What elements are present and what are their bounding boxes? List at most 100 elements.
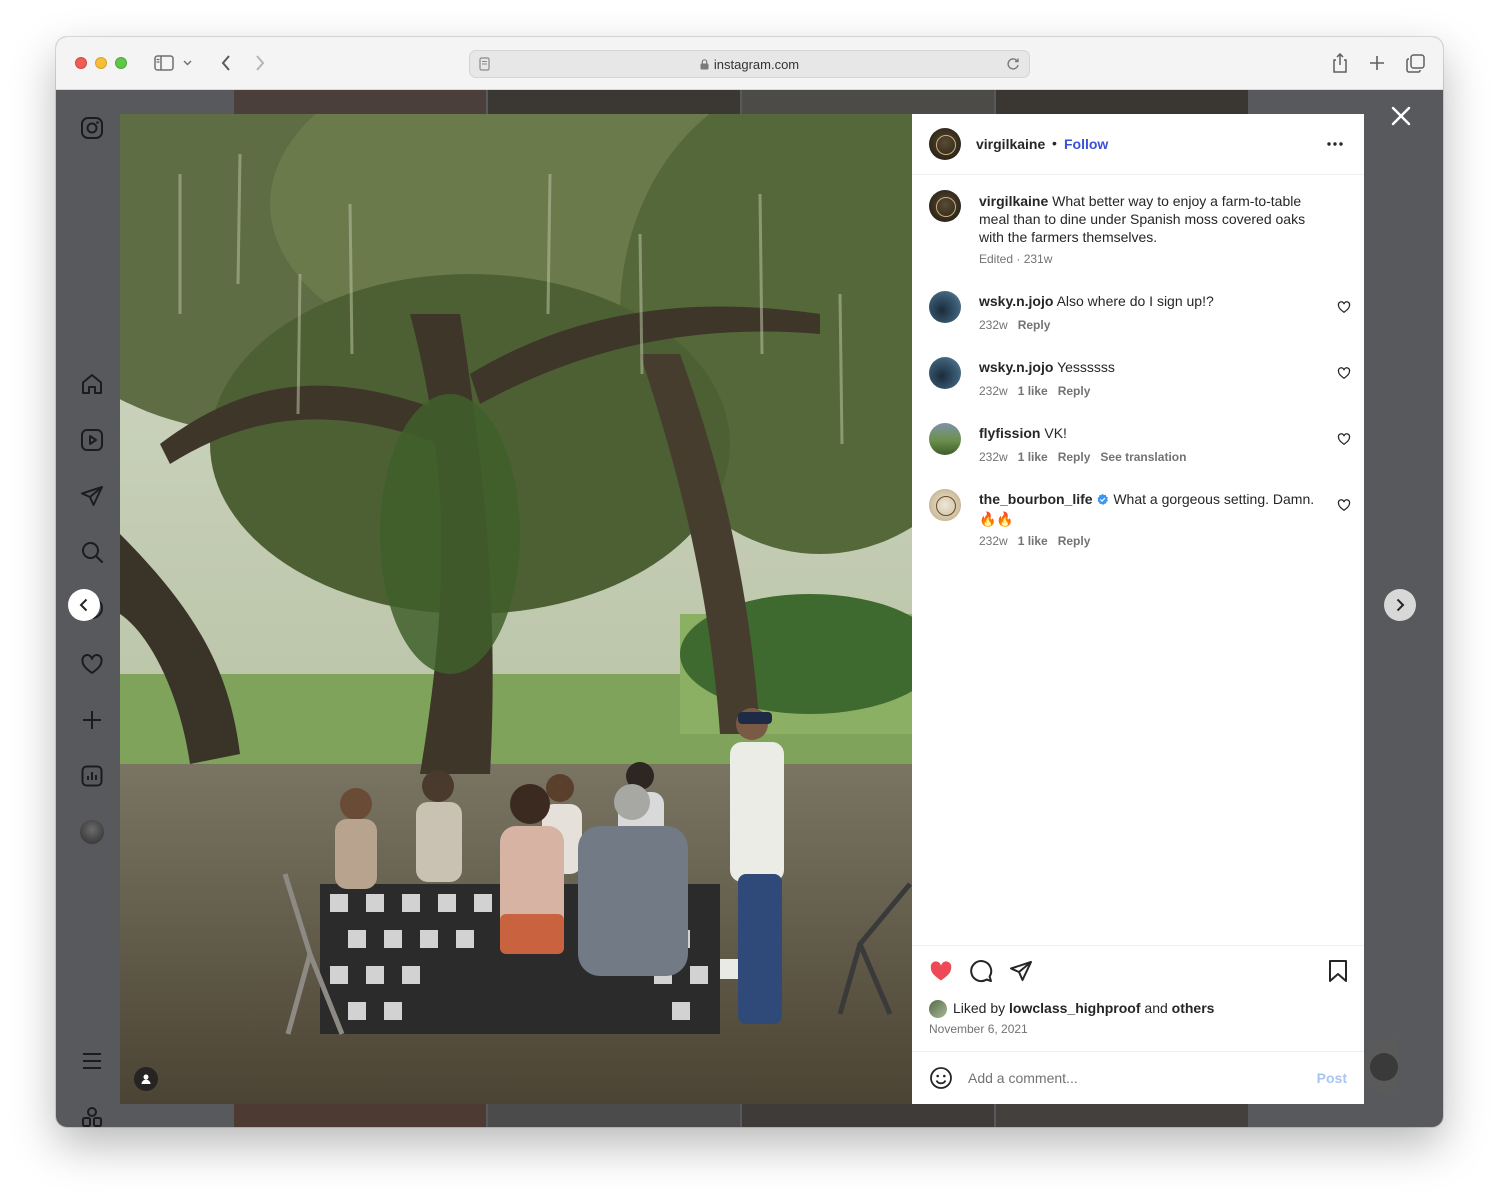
comment-input[interactable] — [968, 1066, 1288, 1090]
comment-likes[interactable]: 1 like — [1018, 384, 1048, 398]
new-tab-icon[interactable] — [1365, 52, 1389, 74]
share-icon[interactable] — [1328, 52, 1352, 74]
fire-emoji: 🔥🔥 — [979, 511, 1014, 527]
messages-bubble[interactable] — [1364, 1039, 1398, 1095]
like-heart-icon[interactable] — [928, 959, 954, 983]
messages-avatar — [1370, 1053, 1398, 1081]
instagram-icon[interactable] — [78, 114, 106, 142]
chevron-left-icon — [79, 598, 88, 612]
liker-avatar[interactable] — [929, 1000, 947, 1018]
feed-thumbnail — [996, 1104, 1248, 1127]
messages-icon[interactable] — [78, 482, 106, 510]
feed-thumbnail — [234, 90, 486, 114]
home-icon[interactable] — [78, 370, 106, 398]
comment-likes[interactable]: 1 like — [1018, 534, 1048, 548]
reels-icon[interactable] — [78, 426, 106, 454]
like-comment-icon[interactable] — [1337, 366, 1351, 380]
author-avatar[interactable] — [929, 128, 961, 160]
follow-button[interactable]: Follow — [1064, 136, 1108, 152]
back-icon[interactable] — [214, 52, 238, 74]
liked-by-and: and — [1144, 1000, 1168, 1016]
notifications-icon[interactable] — [78, 650, 106, 678]
comment-text: What a gorgeous setting. Damn. — [1113, 491, 1315, 507]
reply-button[interactable]: Reply — [1058, 534, 1091, 548]
search-icon[interactable] — [78, 538, 106, 566]
commenter-avatar[interactable] — [929, 357, 961, 389]
next-post-button[interactable] — [1384, 589, 1416, 621]
comment-age: 232w — [979, 534, 1008, 548]
more-menu-icon[interactable] — [78, 1047, 106, 1075]
maximize-window-button[interactable] — [115, 57, 127, 69]
share-post-icon[interactable] — [1009, 959, 1033, 983]
caption-username[interactable]: virgilkaine — [979, 193, 1048, 209]
commenter-avatar[interactable] — [929, 489, 961, 521]
tab-overview-icon[interactable] — [1403, 52, 1427, 74]
profile-avatar[interactable] — [78, 818, 106, 846]
verified-badge-icon — [1096, 492, 1109, 510]
caption-author-avatar[interactable] — [929, 190, 961, 222]
comment: wsky.n.jojo Also where do I sign up!? — [979, 292, 1324, 310]
comment-likes[interactable]: 1 like — [1018, 450, 1048, 464]
like-comment-icon[interactable] — [1337, 432, 1351, 446]
minimize-window-button[interactable] — [95, 57, 107, 69]
like-comment-icon[interactable] — [1337, 498, 1351, 512]
comment-text: Yessssss — [1057, 359, 1115, 375]
comment: the_bourbon_life What a gorgeous setting… — [979, 490, 1324, 528]
caption: virgilkaine What better way to enjoy a f… — [979, 192, 1324, 246]
comment-age: 232w — [979, 318, 1008, 332]
comment-icon[interactable] — [969, 959, 993, 983]
chevron-right-icon — [1396, 598, 1405, 612]
browser-toolbar: instagram.com — [56, 37, 1443, 90]
comment-username[interactable]: flyfission — [979, 425, 1040, 441]
liked-by-others[interactable]: others — [1172, 1000, 1215, 1016]
commenter-avatar[interactable] — [929, 423, 961, 455]
commenter-avatar[interactable] — [929, 291, 961, 323]
previous-post-button[interactable] — [68, 589, 100, 621]
comment-username[interactable]: the_bourbon_life — [979, 491, 1093, 507]
comment: wsky.n.jojo Yessssss — [979, 358, 1324, 376]
chevron-down-icon[interactable] — [180, 52, 194, 74]
feed-thumbnail — [742, 1104, 994, 1127]
reply-button[interactable]: Reply — [1018, 318, 1051, 332]
reload-icon[interactable] — [1006, 56, 1020, 76]
like-comment-icon[interactable] — [1337, 300, 1351, 314]
close-window-button[interactable] — [75, 57, 87, 69]
post-header: virgilkaine • Follow — [912, 114, 1364, 175]
url-text: instagram.com — [713, 57, 800, 72]
comment-meta: 232w 1 like Reply See translation — [979, 450, 1186, 464]
feed-thumbnail — [234, 1104, 486, 1127]
separator-dot: • — [1052, 135, 1057, 151]
comment-username[interactable]: wsky.n.jojo — [979, 359, 1053, 375]
forward-icon[interactable] — [248, 52, 272, 74]
create-icon[interactable] — [78, 706, 106, 734]
add-comment-bar: Post — [912, 1051, 1364, 1104]
comment-meta: 232w 1 like Reply — [979, 534, 1090, 548]
author-username[interactable]: virgilkaine — [976, 136, 1045, 152]
liked-by-user[interactable]: lowclass_highproof — [1009, 1000, 1140, 1016]
tagged-users-icon[interactable] — [134, 1067, 158, 1091]
more-options-icon[interactable] — [1325, 136, 1345, 157]
comment-meta: 232w 1 like Reply — [979, 384, 1090, 398]
see-translation-link[interactable]: See translation — [1100, 450, 1186, 464]
bookmark-icon[interactable] — [1329, 960, 1347, 982]
reply-button[interactable]: Reply — [1058, 450, 1091, 464]
address-bar[interactable]: instagram.com — [469, 50, 1030, 78]
caption-meta: Edited · 231w — [979, 252, 1053, 266]
sidebar-toggle-icon[interactable] — [152, 52, 176, 74]
comment-text: Also where do I sign up!? — [1056, 293, 1214, 309]
post-date[interactable]: November 6, 2021 — [929, 1022, 1028, 1036]
liked-by: Liked by lowclass_highproof and others — [953, 1000, 1214, 1016]
comment-meta: 232w Reply — [979, 318, 1050, 332]
post-comment-button[interactable]: Post — [1317, 1070, 1347, 1086]
close-icon[interactable] — [1390, 105, 1412, 127]
browser-window: instagram.com virgilkaine • Follow virgi… — [56, 37, 1443, 1127]
reply-button[interactable]: Reply — [1058, 384, 1091, 398]
comment-username[interactable]: wsky.n.jojo — [979, 293, 1053, 309]
emoji-icon[interactable] — [929, 1066, 953, 1090]
feed-thumbnail — [488, 90, 740, 114]
post-detail-panel: virgilkaine • Follow virgilkaine What be… — [912, 114, 1364, 1104]
feed-thumbnail — [488, 1104, 740, 1127]
post-photo[interactable] — [120, 114, 912, 1104]
insights-icon[interactable] — [78, 762, 106, 790]
threads-icon[interactable] — [78, 1103, 106, 1127]
